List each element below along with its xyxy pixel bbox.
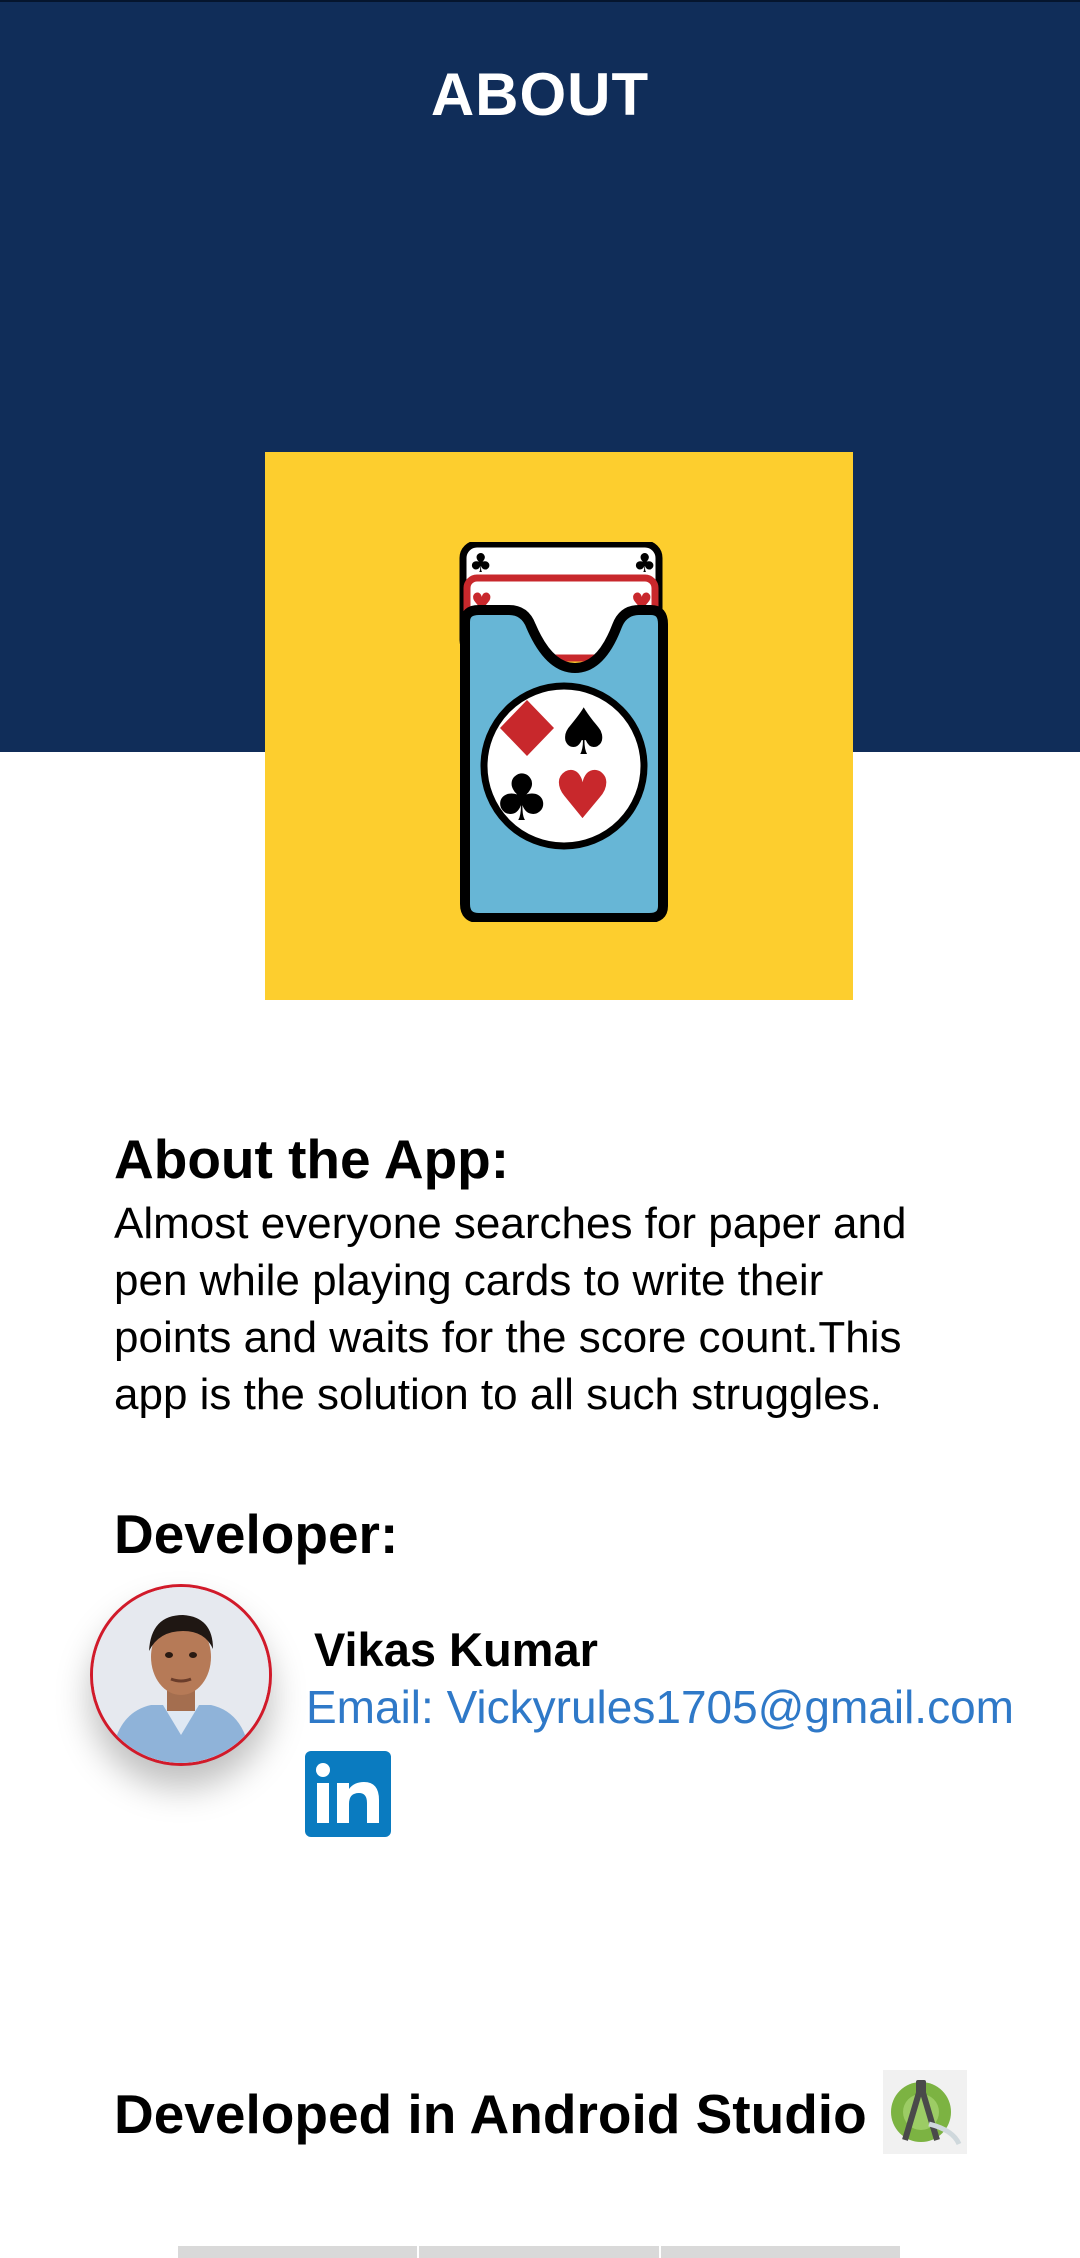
developer-email-link[interactable]: Email: Vickyrules1705@gmail.com: [306, 1680, 1014, 1734]
svg-text:♣: ♣: [493, 762, 550, 836]
about-heading: About the App:: [114, 1128, 510, 1190]
developer-name: Vikas Kumar: [314, 1623, 598, 1676]
footer-developed-in: Developed in Android Studio: [114, 2083, 867, 2145]
linkedin-logo: [316, 1763, 379, 1823]
developer-photo: [93, 1587, 269, 1763]
android-studio-icon: [883, 2070, 967, 2154]
linkedin-icon[interactable]: [305, 1751, 391, 1837]
bottom-tab-3[interactable]: [660, 2246, 902, 2258]
app-logo: ♣ ♣ ♥ ♥ ♠ ♣ ♥: [265, 452, 853, 1000]
developer-heading: Developer:: [114, 1503, 399, 1565]
page-title: ABOUT: [430, 61, 650, 128]
about-description: Almost everyone searches for paper and p…: [114, 1199, 907, 1419]
bottom-tab-bar: [178, 2246, 902, 2258]
playing-cards-icon: ♣ ♣ ♥ ♥ ♠ ♣ ♥: [459, 542, 668, 922]
bottom-tab-2[interactable]: [419, 2246, 661, 2258]
svg-text:♥: ♥: [553, 757, 612, 834]
bottom-tab-1[interactable]: [178, 2246, 420, 2258]
svg-text:♣: ♣: [633, 549, 656, 579]
svg-text:♣: ♣: [469, 549, 492, 579]
developer-avatar: [90, 1584, 272, 1766]
